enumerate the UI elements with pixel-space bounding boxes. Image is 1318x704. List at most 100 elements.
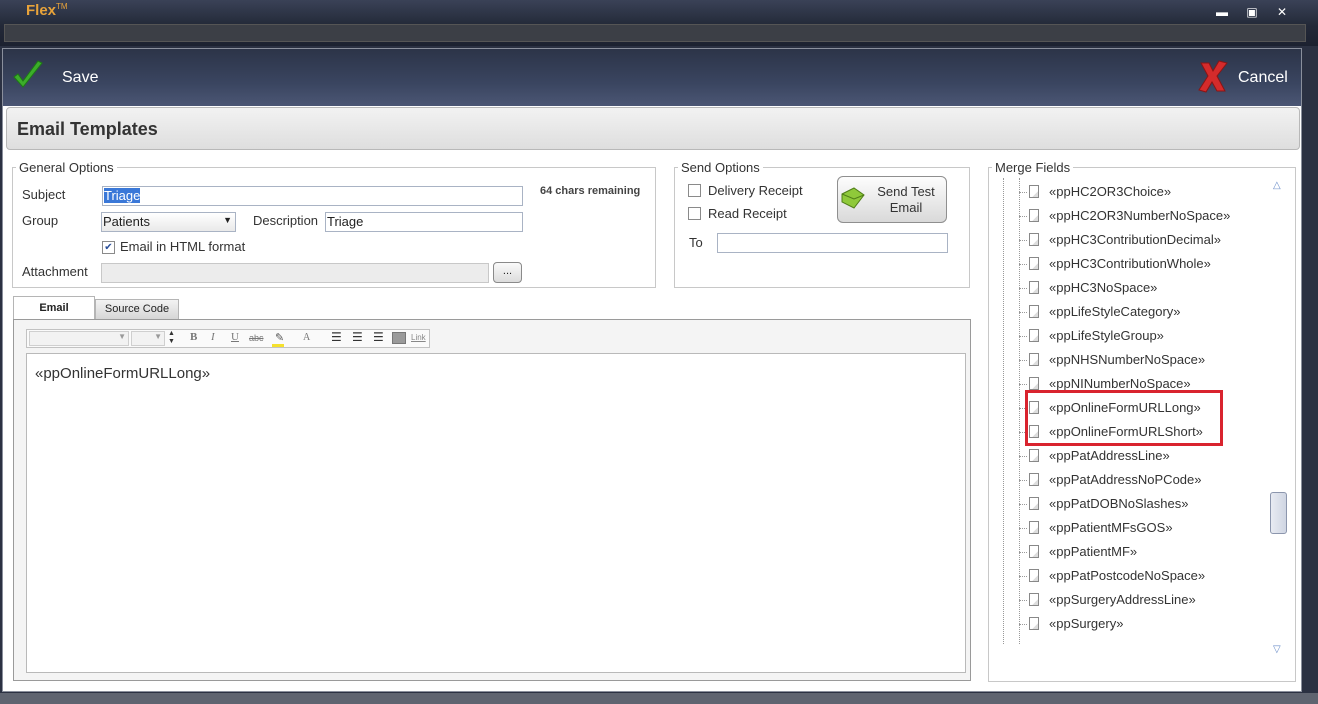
document-icon (1029, 353, 1039, 366)
description-value: Triage (327, 214, 364, 229)
merge-field-item[interactable]: «ppPatAddressNoPCode» (1049, 472, 1202, 487)
merge-field-item[interactable]: «ppPatDOBNoSlashes» (1049, 496, 1188, 511)
html-format-label: Email in HTML format (120, 239, 246, 254)
page-title: Email Templates (17, 119, 158, 139)
tree-connector (1019, 192, 1027, 193)
subject-input[interactable]: Triage (102, 186, 523, 206)
chevron-down-icon: ▼ (118, 332, 126, 341)
merge-field-item[interactable]: «ppNHSNumberNoSpace» (1049, 352, 1205, 367)
checkmark-icon (13, 60, 43, 88)
document-icon (1029, 377, 1039, 390)
description-label: Description (253, 213, 319, 228)
align-center-icon[interactable]: ☰ (352, 330, 363, 344)
toolbar: Save Cancel (3, 49, 1301, 106)
to-input[interactable] (717, 233, 948, 253)
tree-connector (1019, 528, 1027, 529)
merge-fields-legend: Merge Fields (995, 160, 1071, 175)
titlebar-strip (4, 24, 1306, 42)
app-title: FlexTM (26, 2, 68, 19)
merge-field-item[interactable]: «ppHC2OR3Choice» (1049, 184, 1171, 199)
italic-button[interactable]: I (211, 331, 215, 343)
merge-field-item[interactable]: «ppSurgery» (1049, 616, 1123, 631)
merge-field-item[interactable]: «ppPatPostcodeNoSpace» (1049, 568, 1205, 583)
chars-remaining: 64 chars remaining (540, 185, 641, 197)
description-input[interactable]: Triage (325, 212, 523, 232)
tree-connector (1019, 240, 1027, 241)
document-icon (1029, 305, 1039, 318)
merge-field-item[interactable]: «ppPatientMFsGOS» (1049, 520, 1173, 535)
merge-fields-scrollbar[interactable]: △ ▽ (1270, 180, 1288, 660)
save-label: Save (62, 69, 99, 86)
document-icon (1029, 281, 1039, 294)
editor-frame: ▼ ▼ ▲ ▼ B I U abc ✎ A ☰ ☰ ☰ Link «ppOnlin… (13, 319, 971, 681)
group-label: Group (22, 213, 59, 228)
document-icon (1029, 521, 1039, 534)
align-right-icon[interactable]: ☰ (373, 330, 384, 344)
font-size-select[interactable]: ▼ (131, 331, 165, 346)
delivery-receipt-label: Delivery Receipt (708, 183, 803, 198)
send-test-email-button[interactable]: Send Test Email (837, 176, 947, 223)
font-color-button[interactable]: A (303, 332, 310, 343)
html-format-checkbox[interactable]: ✔ (102, 241, 115, 254)
document-icon (1029, 569, 1039, 582)
underline-button[interactable]: U (231, 331, 239, 343)
strikethrough-button[interactable]: abc (249, 333, 264, 343)
attachment-input[interactable] (101, 263, 489, 283)
subject-label: Subject (22, 187, 66, 202)
merge-field-item[interactable]: «ppHC3NoSpace» (1049, 280, 1157, 295)
merge-field-item[interactable]: «ppLifeStyleCategory» (1049, 304, 1181, 319)
merge-field-item[interactable]: «ppNINumberNoSpace» (1049, 376, 1191, 391)
document-icon (1029, 185, 1039, 198)
bold-button[interactable]: B (190, 331, 197, 343)
highlight-annotation-box (1025, 390, 1223, 446)
link-button[interactable]: Link (411, 333, 426, 342)
font-family-select[interactable]: ▼ (29, 331, 129, 346)
cancel-button[interactable]: Cancel (1195, 57, 1295, 97)
browse-attachment-button[interactable]: ... (493, 262, 522, 283)
chevron-down-icon: ▼ (223, 215, 232, 225)
scrollbar-thumb[interactable] (1270, 492, 1287, 534)
maximize-button[interactable]: ▣ (1242, 4, 1262, 20)
merge-field-item[interactable]: «ppSurgeryAddressLine» (1049, 592, 1196, 607)
merge-field-item[interactable]: «ppHC3ContributionWhole» (1049, 256, 1211, 271)
group-select[interactable]: Patients ▼ (101, 212, 236, 232)
merge-field-item[interactable]: «ppHC2OR3NumberNoSpace» (1049, 208, 1230, 223)
attachment-label: Attachment (22, 264, 88, 279)
email-body-editor[interactable]: «ppOnlineFormURLLong» (26, 353, 966, 673)
document-icon (1029, 209, 1039, 222)
merge-field-item[interactable]: «ppLifeStyleGroup» (1049, 328, 1164, 343)
minimize-button[interactable]: ▬ (1212, 4, 1232, 20)
document-icon (1029, 257, 1039, 270)
send-options-group: Send Options Delivery Receipt Read Recei… (674, 160, 970, 288)
merge-field-item[interactable]: «ppPatientMF» (1049, 544, 1137, 559)
tab-email[interactable]: Email (13, 296, 95, 321)
insert-image-icon[interactable] (392, 332, 406, 344)
tree-connector (1019, 264, 1027, 265)
read-receipt-label: Read Receipt (708, 206, 787, 221)
merge-field-item[interactable]: «ppPatAddressLine» (1049, 448, 1170, 463)
document-icon (1029, 449, 1039, 462)
document-icon (1029, 497, 1039, 510)
tree-connector (1019, 336, 1027, 337)
title-bar: FlexTM ▬ ▣ ✕ (0, 0, 1318, 46)
tree-connector (1019, 288, 1027, 289)
align-left-icon[interactable]: ☰ (331, 330, 342, 344)
close-button[interactable]: ✕ (1272, 4, 1292, 20)
chevron-down-icon: ▼ (154, 332, 162, 341)
save-button[interactable]: Save (11, 57, 101, 97)
merge-field-item[interactable]: «ppHC3ContributionDecimal» (1049, 232, 1221, 247)
read-receipt-checkbox[interactable] (688, 207, 701, 220)
scroll-up-icon[interactable]: △ (1273, 180, 1281, 191)
tab-source-code[interactable]: Source Code (95, 299, 179, 320)
scroll-down-icon[interactable]: ▽ (1273, 644, 1281, 655)
envelope-icon (841, 187, 865, 209)
to-label: To (689, 235, 703, 250)
tree-connector (1019, 480, 1027, 481)
subject-value: Triage (104, 188, 141, 203)
general-options-group: General Options Subject Triage 64 chars … (12, 160, 656, 288)
taskbar-strip (0, 693, 1318, 704)
delivery-receipt-checkbox[interactable] (688, 184, 701, 197)
highlight-icon[interactable]: ✎ (272, 331, 284, 347)
document-icon (1029, 329, 1039, 342)
size-spinner-icon[interactable]: ▲ ▼ (168, 330, 175, 346)
